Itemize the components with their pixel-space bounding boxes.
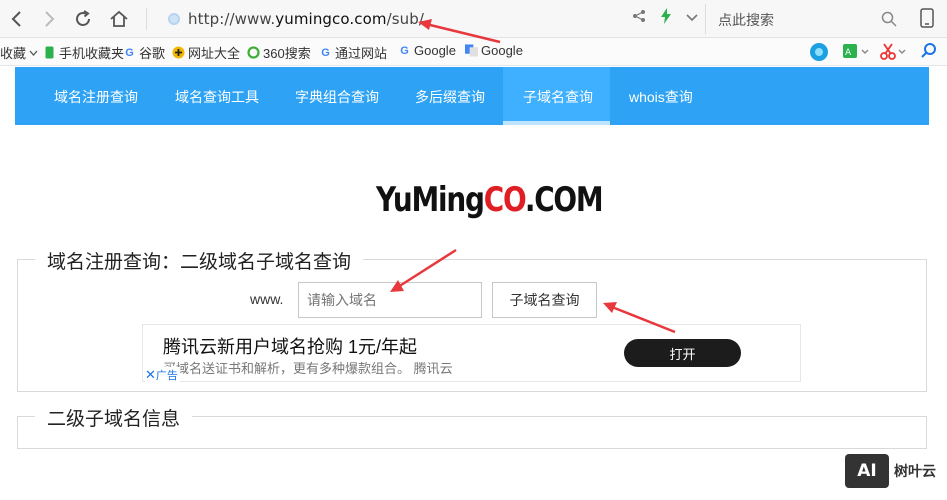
google-icon: G <box>400 44 409 57</box>
translate-icon <box>465 44 478 57</box>
bookmark-mobile[interactable]: 手机收藏夹 <box>43 43 124 62</box>
search-icon[interactable] <box>920 42 938 60</box>
back-icon[interactable] <box>4 6 30 32</box>
globe-icon <box>168 13 180 25</box>
home-icon[interactable] <box>106 6 132 32</box>
nav-whois[interactable]: whois查询 <box>629 87 693 107</box>
nav-dictionary[interactable]: 字典组合查询 <box>295 87 379 107</box>
lightning-icon[interactable] <box>660 8 672 29</box>
phone-icon <box>43 46 56 59</box>
ad-title: 腾讯云新用户域名抢购 1元/年起 <box>163 337 418 357</box>
info-panel-title: 二级子域名信息 <box>35 404 193 431</box>
bookmark-google-translate[interactable]: Google <box>465 43 523 58</box>
ad-tag[interactable]: ✕广告 <box>145 367 180 383</box>
subdomain-query-button[interactable]: 子域名查询 <box>492 282 597 318</box>
search-placeholder: 点此搜索 <box>718 12 774 28</box>
watermark: AI 树叶云 <box>845 454 936 488</box>
bookmark-via-site[interactable]: G 通过网站 <box>319 43 387 62</box>
bookmark-google-cn[interactable]: G 谷歌 <box>123 43 165 62</box>
nav-subdomain[interactable]: 子域名查询 <box>523 87 593 107</box>
site-logo[interactable]: YuMingCO.COM <box>376 180 604 220</box>
translate-ext-icon[interactable]: A <box>842 42 870 62</box>
bookmark-360[interactable]: 360搜索 <box>247 43 311 62</box>
site-nav: 域名注册查询 域名查询工具 字典组合查询 多后缀查询 子域名查询 whois查询 <box>15 67 929 125</box>
nav-active-underline <box>503 121 610 125</box>
address-tools <box>632 8 698 29</box>
mobile-icon[interactable] <box>920 8 934 33</box>
bookmark-google[interactable]: G Google <box>398 43 456 58</box>
forward-icon[interactable] <box>36 6 62 32</box>
share-icon[interactable] <box>632 9 646 28</box>
google-icon: G <box>321 46 330 59</box>
ad-subtitle: 买域名送证书和解析，更有多种爆款组合。 腾讯云 <box>163 361 453 376</box>
nav-domain-tools[interactable]: 域名查询工具 <box>175 87 259 107</box>
url-text[interactable]: http://www.yumingco.com/sub/ <box>188 10 424 28</box>
address-bar[interactable]: http://www.yumingco.com/sub/ <box>146 4 706 34</box>
ad-open-button[interactable]: 打开 <box>624 339 741 367</box>
www-prefix: www. <box>250 291 284 307</box>
bookmarks-bar: 收藏 手机收藏夹 G 谷歌 网址大全 360搜索 G 通过网站 G Google… <box>0 38 947 66</box>
nav-multi-suffix[interactable]: 多后缀查询 <box>415 87 485 107</box>
query-panel-title: 域名注册查询：二级域名子域名查询 <box>35 247 364 274</box>
search-icon[interactable] <box>881 11 897 32</box>
bookmark-favorites[interactable]: 收藏 <box>0 43 38 62</box>
plus-circle-icon <box>172 46 185 59</box>
ext-circle-icon[interactable] <box>809 42 829 62</box>
watermark-text: 树叶云 <box>894 463 936 479</box>
bookmark-directory[interactable]: 网址大全 <box>172 43 240 62</box>
google-icon: G <box>125 46 134 59</box>
ad-banner[interactable]: 腾讯云新用户域名抢购 1元/年起 买域名送证书和解析，更有多种爆款组合。 腾讯云… <box>142 324 801 383</box>
search-box[interactable]: 点此搜索 <box>705 4 903 34</box>
scissors-icon[interactable] <box>880 42 908 62</box>
domain-input[interactable] <box>298 282 482 318</box>
svg-text:A: A <box>845 48 852 58</box>
360-icon <box>247 46 260 59</box>
nav-domain-register[interactable]: 域名注册查询 <box>54 87 138 107</box>
watermark-logo: AI <box>845 454 889 488</box>
chevron-down-icon <box>29 45 38 60</box>
refresh-icon[interactable] <box>70 6 96 32</box>
browser-toolbar: http://www.yumingco.com/sub/ 点此搜索 <box>0 0 947 38</box>
chevron-down-icon[interactable] <box>686 10 698 28</box>
close-icon[interactable]: ✕ <box>145 367 156 382</box>
